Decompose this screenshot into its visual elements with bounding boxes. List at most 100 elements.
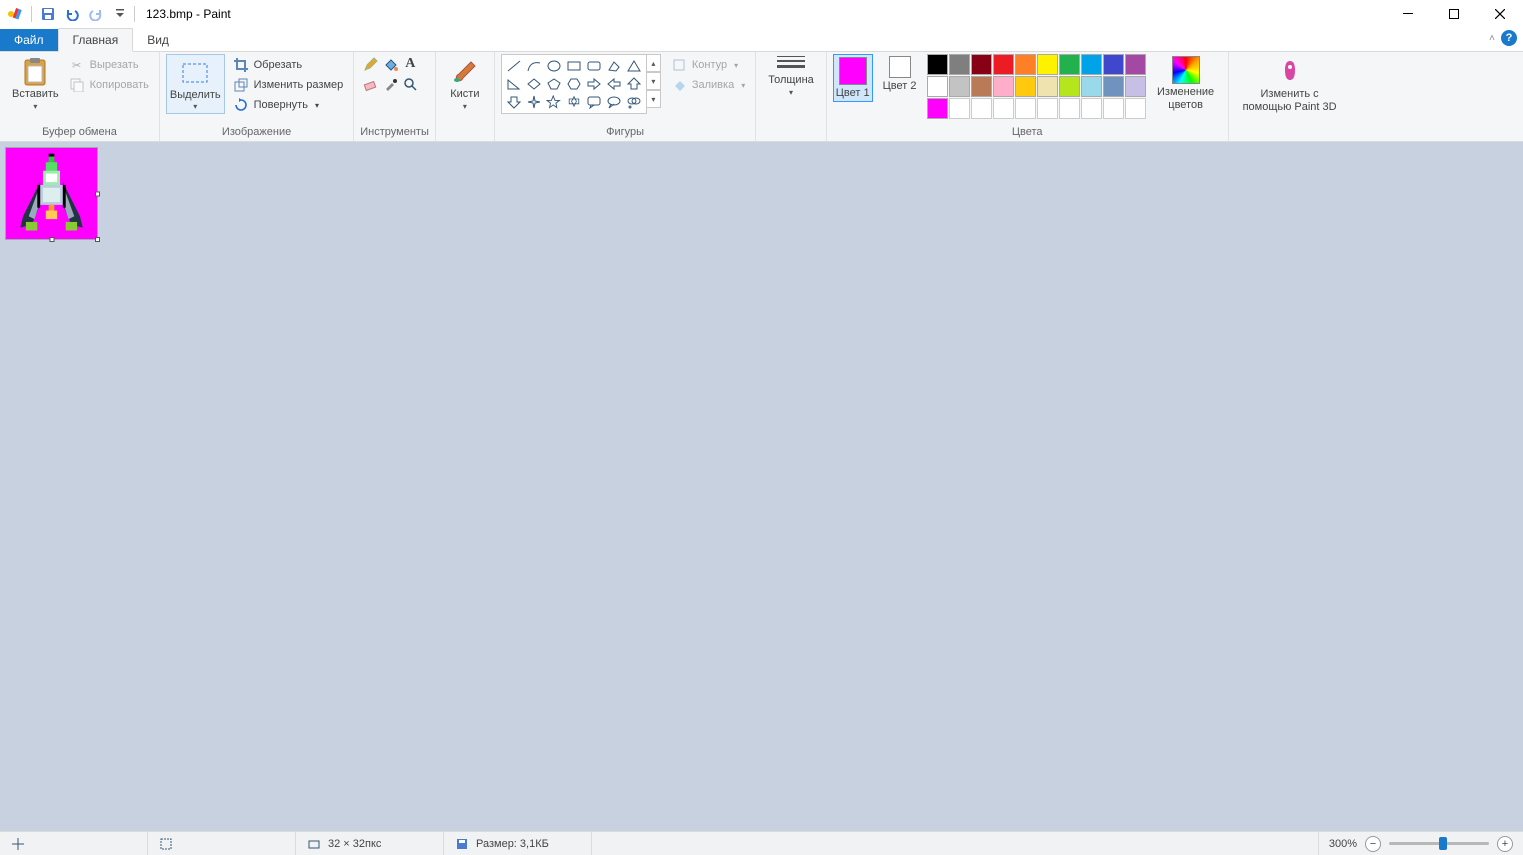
shape-arrow-l[interactable]: [604, 75, 624, 93]
color-swatch[interactable]: [1059, 54, 1080, 75]
shape-star4[interactable]: [524, 93, 544, 111]
paint3d-button[interactable]: Изменить с помощью Paint 3D: [1235, 54, 1345, 115]
shapes-scroll-down[interactable]: ▾: [647, 72, 661, 90]
rotate-button[interactable]: Повернуть▾: [229, 96, 348, 114]
resize-button[interactable]: Изменить размер: [229, 76, 348, 94]
color-swatch[interactable]: [949, 54, 970, 75]
edit-colors-button[interactable]: Изменение цветов: [1150, 54, 1222, 113]
shape-star5[interactable]: [544, 93, 564, 111]
shape-roundrect[interactable]: [584, 57, 604, 75]
color-swatch[interactable]: [1081, 98, 1102, 119]
select-button[interactable]: Выделить ▾: [166, 54, 225, 114]
shape-callout-rect[interactable]: [584, 93, 604, 111]
eraser-tool[interactable]: [360, 74, 380, 94]
outline-button[interactable]: Контур▾: [667, 56, 749, 74]
shapes-gallery[interactable]: [501, 54, 647, 114]
color-swatch[interactable]: [949, 76, 970, 97]
color-swatch[interactable]: [1037, 98, 1058, 119]
text-tool[interactable]: A: [400, 54, 420, 74]
close-button[interactable]: [1477, 0, 1523, 28]
thickness-button[interactable]: Толщина ▾: [762, 54, 820, 99]
brush-icon: [449, 56, 481, 88]
tab-view[interactable]: Вид: [133, 29, 183, 51]
quick-access-toolbar: [37, 3, 131, 25]
brushes-button[interactable]: Кисти ▾: [442, 54, 488, 113]
ribbon-collapse-button[interactable]: ˄: [1489, 33, 1495, 44]
shape-polygon[interactable]: [604, 57, 624, 75]
crop-button[interactable]: Обрезать: [229, 56, 348, 74]
color-swatch[interactable]: [993, 54, 1014, 75]
resize-handle-se[interactable]: [95, 237, 100, 242]
copy-button[interactable]: Копировать: [65, 76, 153, 94]
shape-triangle[interactable]: [624, 57, 644, 75]
color-swatch[interactable]: [927, 54, 948, 75]
color-swatch[interactable]: [1081, 76, 1102, 97]
color-swatch[interactable]: [1015, 76, 1036, 97]
zoom-in-button[interactable]: +: [1497, 836, 1513, 852]
tab-home[interactable]: Главная: [58, 28, 134, 52]
fill-button[interactable]: Заливка▾: [667, 76, 749, 94]
shape-curve[interactable]: [524, 57, 544, 75]
zoom-thumb[interactable]: [1439, 837, 1447, 850]
color-swatch[interactable]: [993, 98, 1014, 119]
shape-pentagon[interactable]: [544, 75, 564, 93]
color-swatch[interactable]: [1037, 76, 1058, 97]
redo-button[interactable]: [85, 3, 107, 25]
shape-rtriangle[interactable]: [504, 75, 524, 93]
color-swatch[interactable]: [949, 98, 970, 119]
color-swatch[interactable]: [1059, 76, 1080, 97]
canvas[interactable]: [6, 148, 97, 239]
shape-callout-oval[interactable]: [604, 93, 624, 111]
shape-line[interactable]: [504, 57, 524, 75]
color-swatch[interactable]: [1103, 98, 1124, 119]
canvas-workspace[interactable]: [0, 142, 1523, 831]
color-swatch[interactable]: [1015, 54, 1036, 75]
window-controls: [1385, 0, 1523, 28]
resize-handle-e[interactable]: [95, 191, 100, 196]
color-swatch[interactable]: [1059, 98, 1080, 119]
color-swatch[interactable]: [1015, 98, 1036, 119]
fill-tool[interactable]: [380, 54, 400, 74]
shape-arrow-d[interactable]: [504, 93, 524, 111]
picker-tool[interactable]: [380, 74, 400, 94]
color-swatch[interactable]: [1125, 98, 1146, 119]
undo-button[interactable]: [61, 3, 83, 25]
maximize-button[interactable]: [1431, 0, 1477, 28]
shape-oval[interactable]: [544, 57, 564, 75]
save-button[interactable]: [37, 3, 59, 25]
shape-arrow-u[interactable]: [624, 75, 644, 93]
color1-button[interactable]: Цвет 1: [833, 54, 873, 102]
color-swatch[interactable]: [1103, 76, 1124, 97]
zoom-slider[interactable]: [1389, 842, 1489, 845]
color-swatch[interactable]: [971, 76, 992, 97]
cut-button[interactable]: ✂Вырезать: [65, 56, 153, 74]
qat-customize-button[interactable]: [109, 3, 131, 25]
color-swatch[interactable]: [927, 76, 948, 97]
shape-star6[interactable]: [564, 93, 584, 111]
color2-button[interactable]: Цвет 2: [877, 54, 923, 95]
minimize-button[interactable]: [1385, 0, 1431, 28]
paste-button[interactable]: Вставить ▾: [6, 54, 65, 113]
shape-diamond[interactable]: [524, 75, 544, 93]
zoom-out-button[interactable]: −: [1365, 836, 1381, 852]
shape-arrow-r[interactable]: [584, 75, 604, 93]
color-swatch[interactable]: [971, 98, 992, 119]
color-swatch[interactable]: [1081, 54, 1102, 75]
resize-handle-s[interactable]: [49, 237, 54, 242]
shape-callout-cloud[interactable]: [624, 93, 644, 111]
color-swatch[interactable]: [993, 76, 1014, 97]
magnifier-tool[interactable]: [400, 74, 420, 94]
help-button[interactable]: ?: [1501, 30, 1517, 46]
color-swatch[interactable]: [971, 54, 992, 75]
color-swatch[interactable]: [927, 98, 948, 119]
tab-file[interactable]: Файл: [0, 29, 58, 51]
color-swatch[interactable]: [1037, 54, 1058, 75]
color-swatch[interactable]: [1125, 76, 1146, 97]
shape-hexagon[interactable]: [564, 75, 584, 93]
color-swatch[interactable]: [1125, 54, 1146, 75]
color-swatch[interactable]: [1103, 54, 1124, 75]
pencil-tool[interactable]: [360, 54, 380, 74]
shape-rect[interactable]: [564, 57, 584, 75]
shapes-expand[interactable]: ▾: [647, 90, 661, 108]
shapes-scroll-up[interactable]: ▴: [647, 54, 661, 72]
